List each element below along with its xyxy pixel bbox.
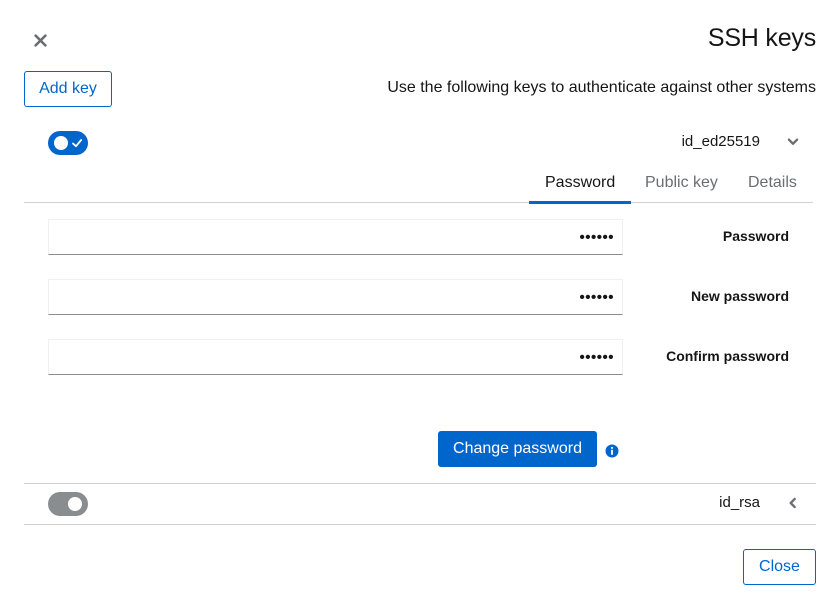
new-password-field[interactable]: •••••• [48,279,623,315]
change-password-button[interactable]: Change password [438,431,597,467]
confirm-password-label: Confirm password [666,348,789,364]
key-name-id-rsa: id_rsa [719,494,760,511]
divider [24,524,816,525]
toggle-knob [68,497,82,511]
password-field[interactable]: •••••• [48,219,623,255]
chevron-down-icon[interactable] [786,135,800,149]
toggle-knob [54,136,68,150]
dialog-description: Use the following keys to authenticate a… [387,79,816,96]
divider [24,483,816,484]
dialog-close-icon-button[interactable] [30,30,50,50]
chevron-left-icon[interactable] [786,496,800,510]
tab-public-key[interactable]: Public key [645,166,718,203]
confirm-password-field[interactable]: •••••• [48,339,623,375]
new-password-label: New password [690,288,789,304]
key-name-id-ed25519: id_ed25519 [681,133,760,150]
key-toggle-id-rsa[interactable] [48,492,88,516]
close-icon [33,33,47,47]
info-circle-icon[interactable] [605,444,619,458]
key-toggle-id-ed25519[interactable] [48,131,88,155]
tab-details[interactable]: Details [748,166,797,203]
close-button[interactable]: Close [743,549,816,585]
password-label: Password [722,228,789,244]
key-tabs: Password Public key Details [24,166,813,204]
add-key-button[interactable]: Add key [24,71,112,107]
tab-password[interactable]: Password [528,166,632,204]
check-icon [72,139,83,148]
dialog-title: SSH keys [707,24,816,52]
